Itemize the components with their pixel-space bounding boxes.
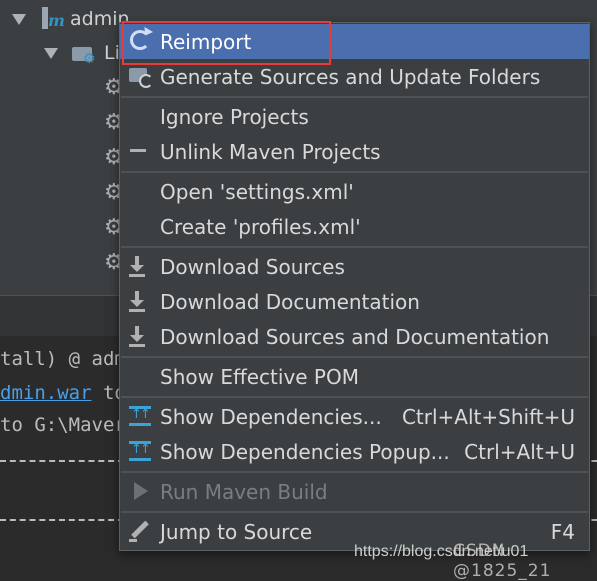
menu-item-download-sources-and-docs[interactable]: Download Sources and Documentation [120,319,589,354]
menu-item-label: Jump to Source [160,520,313,544]
menu-item-download-sources[interactable]: Download Sources [120,249,589,284]
menu-item-label: Download Documentation [160,290,420,314]
menu-item-unlink[interactable]: Unlink Maven Projects [120,134,589,169]
download-icon [129,324,153,348]
menu-item-label: Ignore Projects [160,105,309,129]
menu-item-run-maven-build: Run Maven Build [120,474,589,509]
menu-item-create-profiles[interactable]: Create 'profiles.xml' [120,209,589,244]
menu-item-show-dependencies[interactable]: ↑ ↑ Show Dependencies... Ctrl+Alt+Shift+U [120,399,589,434]
menu-item-shortcut: Ctrl+Alt+U [464,440,575,464]
menu-item-label: Generate Sources and Update Folders [160,65,541,89]
menu-separator [121,511,588,513]
menu-item-shortcut: Ctrl+Alt+Shift+U [401,405,575,429]
menu-item-download-documentation[interactable]: Download Documentation [120,284,589,319]
menu-item-label: Download Sources [160,255,345,279]
menu-item-label: Show Dependencies Popup... [160,440,450,464]
tree-node-lifecycle[interactable]: ⚙ Li [44,36,120,70]
menu-item-show-dependencies-popup[interactable]: ↑ ↑ Show Dependencies Popup... Ctrl+Alt+U [120,434,589,469]
dependencies-icon: ↑ ↑ [129,404,153,428]
menu-separator [121,171,588,173]
download-icon [129,254,153,278]
maven-context-menu: Reimport Generate Sources and Update Fol… [119,22,590,551]
menu-item-label: Show Effective POM [160,365,359,389]
tree-node-admin[interactable]: m admin [12,2,130,36]
generate-sources-icon [129,64,153,88]
menu-separator [121,246,588,248]
lifecycle-folder-icon: ⚙ [72,43,96,67]
annotation-highlight-box [122,21,331,65]
menu-separator [121,356,588,358]
console-line: to G:\Maver [0,414,126,436]
minus-icon [129,139,153,163]
console-line: dmin.war to [0,382,126,404]
menu-separator [121,396,588,398]
watermark-csdn: CSDN @1825_21 [453,541,552,581]
war-file-link[interactable]: dmin.war [0,382,92,404]
menu-item-label: Download Sources and Documentation [160,325,550,349]
menu-item-ignore-projects[interactable]: Ignore Projects [120,99,589,134]
edit-icon [129,519,153,543]
console-divider [0,460,124,462]
maven-module-icon: m [40,7,65,31]
menu-item-label: Unlink Maven Projects [160,140,381,164]
menu-item-label: Show Dependencies... [160,405,382,429]
menu-item-label: Create 'profiles.xml' [160,215,361,239]
console-line: tall) @ adm [0,348,126,370]
menu-item-label: Open 'settings.xml' [160,180,354,204]
console-divider [0,519,124,521]
dependencies-icon: ↑ ↑ [129,439,153,463]
menu-separator [121,96,588,98]
expand-arrow-icon[interactable] [12,13,26,25]
run-icon [129,479,153,503]
menu-separator [121,471,588,473]
tree-node-label: Li [104,42,120,64]
menu-item-label: Run Maven Build [160,480,328,504]
menu-item-open-settings[interactable]: Open 'settings.xml' [120,174,589,209]
download-icon [129,289,153,313]
expand-arrow-icon[interactable] [44,47,58,59]
menu-item-effective-pom[interactable]: Show Effective POM [120,359,589,394]
